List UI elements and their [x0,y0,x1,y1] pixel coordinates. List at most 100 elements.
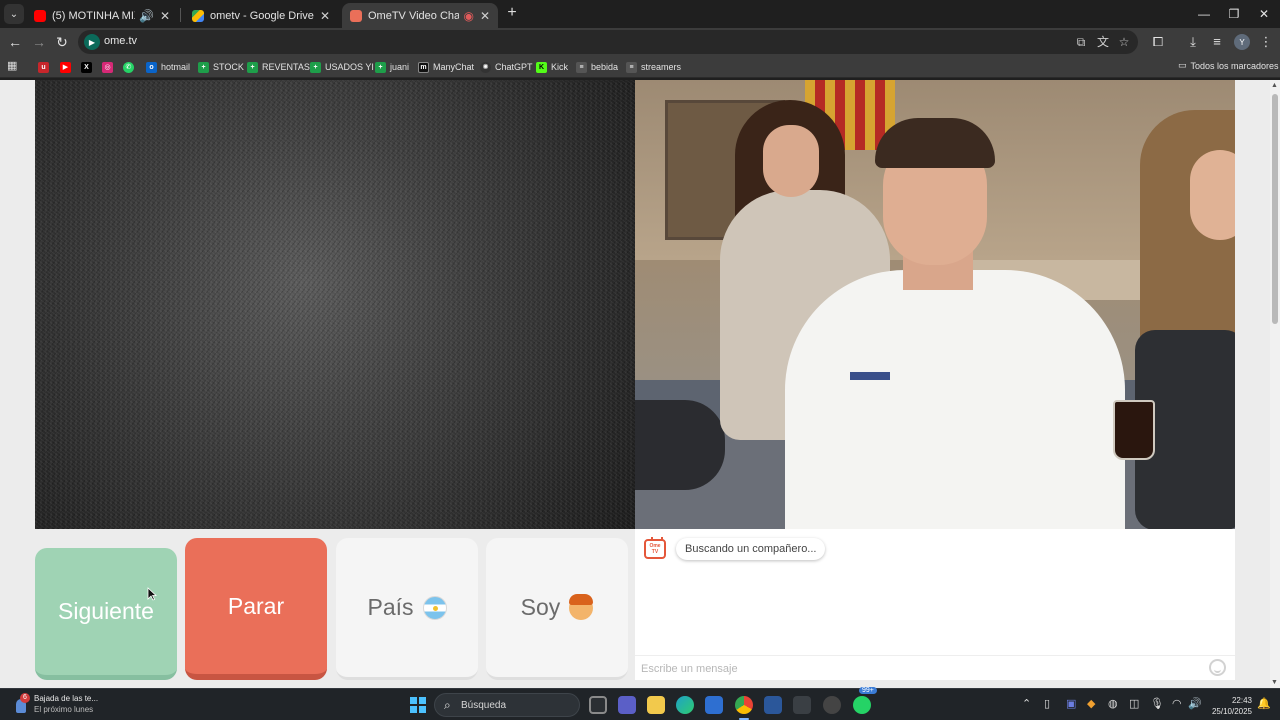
edge-icon[interactable] [676,696,694,714]
system-clock[interactable]: 22:43 25/10/2025 [1206,695,1252,717]
scroll-thumb[interactable] [1272,94,1278,324]
bookmark-label: USADOS YI [325,62,374,72]
install-app-icon[interactable]: ⧉ [1073,34,1089,50]
bookmark-bebida[interactable]: ≡ bebida [576,60,618,74]
address-bar[interactable]: ▶ ome.tv ⧉ 文 ☆ [78,30,1138,54]
bookmark-instagram[interactable]: ◎ [102,60,117,74]
tab-title: OmeTV Video Chat — Ome [368,9,460,22]
start-button-icon[interactable] [410,697,426,713]
bookmark-chatgpt[interactable]: ✺ ChatGPT [480,60,533,74]
country-filter-button[interactable]: País [336,538,478,680]
close-window-button[interactable]: ✕ [1249,0,1279,28]
tab-youtube[interactable]: (5) MOTINHA MIX🇧🇷 (Beel 🔊 ✕ [26,3,178,28]
teams-chat-icon[interactable] [618,696,636,714]
extensions-icon[interactable]: ⧠ [1149,33,1167,51]
chat-panel: Ome TV Buscando un compañero... [635,529,1235,680]
wifi-icon[interactable]: ◠ [1172,697,1182,710]
volume-icon[interactable]: 🔊 [1188,697,1202,710]
gender-select-button[interactable]: Soy [486,538,628,680]
taskbar-search[interactable]: ⌕ Búsqueda [434,693,580,717]
bookmark-reventas[interactable]: + REVENTAS [247,60,310,74]
search-icon: ⌕ [444,698,451,712]
x-icon: X [81,61,92,73]
teams-tray-icon[interactable]: ▣ [1066,697,1076,710]
outlook-icon: o [146,61,157,73]
microphone-icon[interactable]: 🎙 [1150,697,1164,710]
tab-search-button[interactable]: ⌄ [4,4,24,24]
capcut-icon[interactable] [793,696,811,714]
whatsapp-icon[interactable] [853,696,871,714]
word-icon[interactable] [764,696,782,714]
emoji-icon[interactable] [1209,659,1226,676]
menu-icon[interactable]: ⋮ [1257,33,1275,51]
tray-overflow-icon[interactable]: ⌃ [1022,697,1031,710]
file-explorer-icon[interactable] [647,696,665,714]
bookmark-x[interactable]: X [81,60,96,74]
bookmark-kick[interactable]: K Kick [536,60,568,74]
scroll-down-icon[interactable]: ▼ [1271,679,1278,686]
search-placeholder: Búsqueda [461,700,507,711]
close-icon[interactable]: ✕ [320,9,330,23]
bookmark-usados[interactable]: + USADOS YI [310,60,374,74]
bookmark-site[interactable]: u [38,60,53,74]
bookmark-hotmail[interactable]: o hotmail [146,60,190,74]
bookmark-streamers[interactable]: ≡ streamers [626,60,681,74]
tray-app-icon[interactable]: ▯ [1044,697,1050,710]
obs-icon[interactable] [823,696,841,714]
chat-input-row [635,655,1235,680]
apps-grid-icon[interactable]: ▦ [7,60,19,72]
tab-google-drive[interactable]: ometv - Google Drive ✕ [184,3,338,28]
translate-icon[interactable]: 文 [1095,34,1111,50]
bookmark-label: streamers [641,62,682,72]
site-info-icon[interactable]: ▶ [84,34,100,50]
forward-button[interactable]: → [30,33,48,51]
bookmarks-bar: ▦ u ▶ X ✆ ◎ o hotmail + STOCK + REVENTAS + U… [0,56,1280,78]
next-button[interactable]: Siguiente [35,548,177,680]
notification-bell-icon[interactable]: 🔔 [1257,698,1271,710]
scroll-up-icon[interactable]: ▲ [1271,82,1278,89]
new-tab-button[interactable]: + [504,5,520,21]
bookmark-whatsapp[interactable]: ✆ [123,60,138,74]
windows-taskbar: 6 Bajada de las te... El próximo lunes ⌕… [0,687,1280,720]
chat-message-input[interactable] [641,660,1201,677]
download-icon[interactable]: ⤓ [1184,33,1202,51]
me-label: Soy [520,594,561,620]
bookmark-stock[interactable]: + STOCK [198,60,244,74]
reload-button[interactable]: ↻ [53,33,71,51]
bookmark-manychat[interactable]: m ManyChat [418,60,474,74]
minimize-button[interactable]: — [1189,0,1219,28]
task-view-icon[interactable] [589,696,607,714]
restore-button[interactable]: ❐ [1219,0,1249,28]
profile-avatar[interactable]: Y [1234,34,1250,50]
browser-toolbar: ← → ↻ ▶ ome.tv ⧉ 文 ☆ ⧠ ⤓ ≡ Y ⋮ [0,28,1280,56]
all-bookmarks-folder[interactable]: ▭ Todos los marcadores [1178,60,1279,71]
remote-video-static [35,80,635,529]
bookmark-label: Kick [551,62,569,72]
speaker-icon[interactable]: 🔊 [139,9,154,23]
sync-tray-icon[interactable]: ◍ [1108,697,1118,710]
youtube-icon: ▶ [60,61,71,73]
bookmark-juani[interactable]: + juani [375,60,409,74]
page-icon: ≡ [626,61,637,73]
site-icon: u [38,61,49,73]
avast-tray-icon[interactable]: ◆ [1087,697,1095,710]
back-button[interactable]: ← [6,33,24,51]
manychat-icon: m [418,61,429,73]
store-icon[interactable] [705,696,723,714]
bookmark-label: ChatGPT [495,62,533,72]
close-icon[interactable]: ✕ [480,9,490,23]
country-label: País [367,594,414,620]
stop-button[interactable]: Parar [185,538,327,680]
bookmark-youtube[interactable]: ▶ [60,60,75,74]
news-widget[interactable]: 6 Bajada de las te... El próximo lunes [14,693,98,715]
ometv-page: Siguiente Parar País Soy Ome TV Buscando… [0,80,1280,688]
bookmark-label: STOCK [213,62,244,72]
media-controls-icon[interactable]: ≡ [1208,33,1226,51]
close-icon[interactable]: ✕ [160,9,170,23]
game-bar-icon[interactable]: ◫ [1129,697,1139,710]
chrome-icon[interactable] [735,696,753,720]
bookmark-star-icon[interactable]: ☆ [1116,34,1132,50]
tab-ometv[interactable]: OmeTV Video Chat — Ome ◉ ✕ [342,3,498,28]
recording-icon: ◉ [463,8,474,23]
page-scrollbar[interactable]: ▲ ▼ [1270,80,1280,688]
